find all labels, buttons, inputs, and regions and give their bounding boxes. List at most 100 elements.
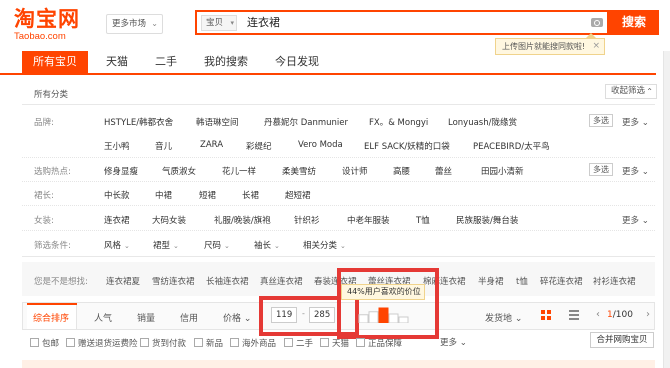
chevron-right-icon[interactable]: › <box>646 309 650 320</box>
sort-credit[interactable]: 信用 <box>180 311 198 324</box>
hot-option[interactable]: 高腰 <box>393 165 410 177</box>
brand-option[interactable]: HSTYLE/韩都衣舍 <box>104 116 173 128</box>
more-hot-link[interactable]: 更多 ⌄ <box>622 165 649 177</box>
grid-view-icon[interactable] <box>541 310 551 320</box>
search-type-select[interactable]: 宝贝 ▾ <box>201 15 237 31</box>
size-dropdown[interactable]: 尺码 ⌄ <box>204 239 230 251</box>
length-option[interactable]: 中裙 <box>155 189 172 201</box>
style-dropdown[interactable]: 风格 ⌄ <box>104 239 130 251</box>
women-option[interactable]: 礼服/晚装/旗袍 <box>214 214 271 226</box>
checkbox[interactable] <box>66 338 75 347</box>
suggestion-link[interactable]: t恤 <box>516 275 528 287</box>
length-option[interactable]: 中长款 <box>104 189 130 201</box>
tab-all-items[interactable]: 所有宝贝 <box>22 51 88 73</box>
search-tabs: 所有宝贝 天猫 二手 我的搜索 今日发现 <box>0 51 656 75</box>
tab-tmall[interactable]: 天猫 <box>98 51 136 73</box>
taobao-logo[interactable]: 淘宝网 Taobao.com <box>14 8 100 42</box>
sort-sales[interactable]: 销量 <box>137 311 155 324</box>
checkbox[interactable] <box>356 338 365 347</box>
brand-option[interactable]: Vero Moda <box>298 140 343 150</box>
length-option[interactable]: 超短裙 <box>285 189 311 201</box>
more-filters-link[interactable]: 更多 ⌄ <box>440 336 467 348</box>
suggestion-link[interactable]: 雪纺连衣裙 <box>152 275 195 287</box>
suggestion-link[interactable]: 衬衫连衣裙 <box>593 275 636 287</box>
hot-option[interactable]: 修身显瘦 <box>104 165 138 177</box>
tab-today-discover[interactable]: 今日发现 <box>267 51 327 73</box>
women-option[interactable]: 中老年服装 <box>347 214 390 226</box>
checkbox[interactable] <box>284 338 293 347</box>
sort-popularity[interactable]: 人气 <box>94 311 112 324</box>
ship-from-dropdown[interactable]: 发货地 ⌄ <box>485 311 522 324</box>
hot-option[interactable]: 蕾丝 <box>435 165 452 177</box>
women-option[interactable]: 针织衫 <box>294 214 320 226</box>
women-option[interactable]: 连衣裙 <box>104 214 130 226</box>
hot-option[interactable]: 花儿一样 <box>222 165 256 177</box>
hot-option[interactable]: 柔美雪纺 <box>282 165 316 177</box>
checkbox[interactable] <box>194 338 203 347</box>
length-option[interactable]: 短裙 <box>199 189 216 201</box>
brand-option[interactable]: 彩缇纪 <box>246 140 272 152</box>
filter-secondhand[interactable]: 二手 <box>284 337 313 349</box>
filter-genuine[interactable]: 正品保障 <box>356 337 402 349</box>
dropdown-label: 风格 <box>104 241 122 251</box>
tab-my-search[interactable]: 我的搜索 <box>196 51 256 73</box>
brand-option[interactable]: ELF SACK/妖精的口袋 <box>364 140 450 152</box>
logo-text-cn: 淘宝网 <box>14 7 80 31</box>
chevron-down-icon: ⌄ <box>641 216 649 226</box>
collapse-filter-button[interactable]: 收起筛选 ⌃ <box>605 84 657 99</box>
more-markets-dropdown[interactable]: 更多市场 ⌄ <box>106 14 163 34</box>
checkbox[interactable] <box>230 338 239 347</box>
checkbox-label: 正品保障 <box>368 339 403 349</box>
brand-option[interactable]: 韩语琳空间 <box>196 116 239 128</box>
brand-option[interactable]: Lonyuash/陇缘赏 <box>448 116 517 128</box>
filter-tmall[interactable]: 天猫 <box>320 337 349 349</box>
chevron-left-icon[interactable]: ‹ <box>596 309 600 320</box>
brand-option[interactable]: 丹慕妮尔 Danmunier <box>264 116 348 128</box>
length-option[interactable]: 长裙 <box>242 189 259 201</box>
filter-free-shipping[interactable]: 包邮 <box>30 337 59 349</box>
checkbox[interactable] <box>30 338 39 347</box>
women-label: 女装: <box>34 216 54 226</box>
checkbox[interactable] <box>140 338 149 347</box>
filter-overseas[interactable]: 海外商品 <box>230 337 276 349</box>
search-input[interactable]: 连衣裙 <box>247 15 280 31</box>
related-category-dropdown[interactable]: 相关分类 ⌄ <box>303 239 346 251</box>
hot-option[interactable]: 田园小清新 <box>481 165 524 177</box>
brand-option[interactable]: 王小鸭 <box>104 140 130 152</box>
more-women-link[interactable]: 更多 ⌄ <box>622 214 649 226</box>
chevron-down-icon: ⌄ <box>224 242 230 250</box>
hot-option[interactable]: 设计师 <box>342 165 368 177</box>
filter-return-insurance[interactable]: 赠送退货运费险 <box>66 337 138 349</box>
more-brands-link[interactable]: 更多 ⌄ <box>622 116 649 128</box>
suggestion-link[interactable]: 真丝连衣裙 <box>260 275 303 287</box>
list-view-icon[interactable] <box>569 310 579 320</box>
camera-icon[interactable] <box>591 18 603 27</box>
women-option[interactable]: 大码女装 <box>152 214 186 226</box>
filter-new[interactable]: 新品 <box>194 337 223 349</box>
sort-price[interactable]: 价格 ⌄ <box>223 311 251 324</box>
conditions-label: 筛选条件: <box>34 241 71 251</box>
all-categories-link[interactable]: 所有分类 <box>34 88 68 100</box>
merge-items-button[interactable]: 合并网购宝贝 <box>590 332 654 348</box>
checkbox[interactable] <box>320 338 329 347</box>
multi-select-button[interactable]: 多选 <box>589 114 613 127</box>
suggestion-link[interactable]: 长袖连衣裙 <box>206 275 249 287</box>
skirt-type-dropdown[interactable]: 裙型 ⌄ <box>153 239 179 251</box>
tab-secondhand[interactable]: 二手 <box>147 51 185 73</box>
hot-option[interactable]: 气质淑女 <box>162 165 196 177</box>
sort-default[interactable]: 综合排序 <box>33 311 69 324</box>
brand-option[interactable]: ZARA <box>200 140 223 150</box>
suggestion-link[interactable]: 半身裙 <box>478 275 504 287</box>
brand-option[interactable]: FX。& Mongyi <box>369 116 428 128</box>
brand-option[interactable]: PEACEBIRD/太平鸟 <box>473 140 550 152</box>
women-option[interactable]: T恤 <box>416 214 430 226</box>
brand-option[interactable]: 音儿 <box>155 140 172 152</box>
filter-cod[interactable]: 货到付款 <box>140 337 186 349</box>
multi-select-button[interactable]: 多选 <box>589 163 613 176</box>
page-scrollbar[interactable] <box>663 51 670 368</box>
suggestion-link[interactable]: 碎花连衣裙 <box>540 275 583 287</box>
search-button[interactable]: 搜索 <box>609 10 659 35</box>
sleeve-dropdown[interactable]: 袖长 ⌄ <box>254 239 280 251</box>
women-option[interactable]: 民族服装/舞台装 <box>456 214 518 226</box>
suggestion-link[interactable]: 连衣裙夏 <box>106 275 140 287</box>
